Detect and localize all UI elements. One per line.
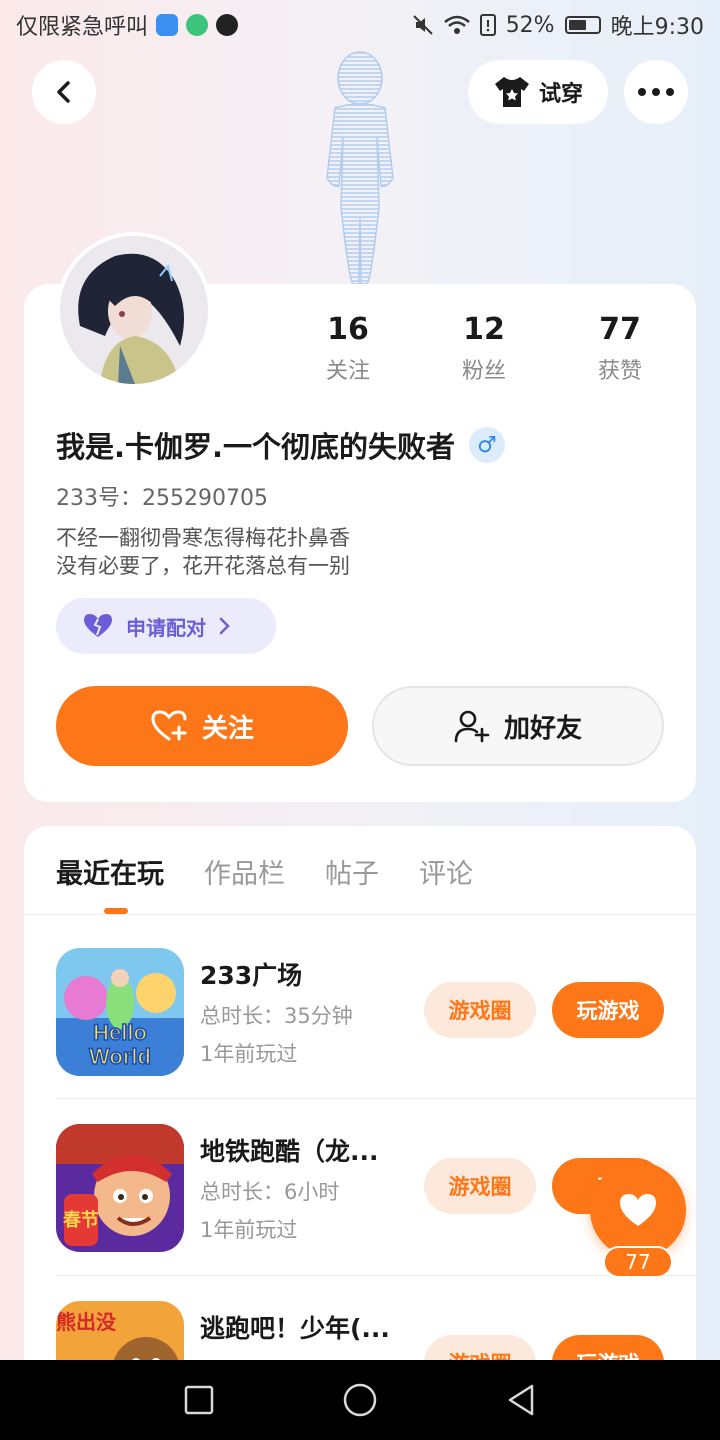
likes-count: 77	[599, 312, 641, 347]
status-right: 52% 晚上9:30	[412, 9, 704, 41]
stats-row: 16 关注 12 粉丝 77 获赞	[280, 312, 690, 385]
floating-like-button[interactable]	[590, 1162, 686, 1258]
wifi-icon	[443, 15, 470, 34]
pair-label: 申请配对	[126, 615, 206, 640]
bio: 不经一翻彻骨寒怎得梅花扑鼻香 没有必要了，花开花落总有一别	[56, 524, 350, 580]
stat-fans[interactable]: 12 粉丝	[416, 312, 552, 385]
recent-apps-icon[interactable]	[183, 1384, 215, 1416]
clock: 晚上9:30	[610, 15, 704, 40]
floating-like-count: 77	[603, 1246, 673, 1278]
row-divider	[56, 1098, 696, 1099]
hologram-avatar-figure	[326, 51, 394, 285]
boonie-bears-text: 熊出没	[56, 1310, 117, 1334]
game-duration: 总时长：6小时	[200, 1180, 340, 1204]
svg-text:Hello: Hello	[93, 1020, 147, 1045]
following-count: 16	[327, 312, 369, 347]
bio-line-2: 没有必要了，花开花落总有一别	[56, 554, 350, 578]
tiktok-app-icon	[216, 14, 239, 36]
game-last-played: 1年前玩过	[200, 1218, 298, 1242]
following-label: 关注	[325, 359, 370, 384]
heart-icon	[620, 1194, 656, 1226]
game-circle-button[interactable]: 游戏圈	[424, 982, 536, 1038]
avatar[interactable]	[56, 232, 212, 388]
more-dots-icon	[638, 88, 674, 96]
potion-app-icon	[186, 14, 209, 36]
fans-label: 粉丝	[461, 359, 506, 384]
sim-alert-icon	[479, 14, 496, 36]
tabs-divider	[24, 914, 696, 915]
stat-likes[interactable]: 77 获赞	[552, 312, 688, 385]
add-user-icon	[454, 710, 490, 743]
likes-label: 获赞	[597, 359, 642, 384]
game-title: 233广场	[200, 961, 303, 990]
play-game-button[interactable]: 玩游戏	[552, 982, 664, 1038]
battery-icon	[564, 16, 601, 34]
username: 我是.卡伽罗.一个彻底的失败者	[56, 430, 456, 464]
game-circle-button[interactable]: 游戏圈	[424, 1158, 536, 1214]
bio-line-1: 不经一翻彻骨寒怎得梅花扑鼻香	[56, 526, 350, 550]
username-row: 我是.卡伽罗.一个彻底的失败者 ♂	[56, 424, 506, 466]
chevron-left-icon	[57, 81, 70, 103]
try-on-label: 试穿	[538, 82, 583, 107]
try-on-button[interactable]: 试穿	[468, 60, 608, 124]
game-icon-233-plaza[interactable]: Hello World	[56, 948, 184, 1076]
tab-comments[interactable]: 评论	[419, 852, 473, 891]
chevron-right-icon	[219, 617, 230, 635]
status-bar: 仅限紧急呼叫 52% 晚上9:30	[0, 0, 720, 50]
game-title: 地铁跑酷（龙...	[200, 1137, 379, 1166]
system-nav-bar	[0, 1360, 720, 1440]
content-card: 最近在玩 作品栏 帖子 评论 Hello World 233广场 总时长：35分…	[24, 826, 696, 1386]
follow-label: 关注	[201, 713, 254, 744]
add-friend-label: 加好友	[503, 713, 582, 744]
tab-posts[interactable]: 帖子	[325, 852, 379, 891]
male-gender-icon: ♂	[469, 427, 506, 463]
back-nav-icon[interactable]	[505, 1383, 537, 1417]
game-last-played: 1年前玩过	[200, 1042, 298, 1066]
game-icon-subway-surfers[interactable]: 春节	[56, 1124, 184, 1252]
hello-world-game-art: Hello World	[56, 948, 184, 1076]
mute-icon	[412, 15, 433, 35]
row-divider	[56, 1275, 696, 1276]
subway-surfers-game-art: 春节	[56, 1124, 184, 1252]
shield-app-icon	[156, 14, 179, 36]
game-duration: 总时长：35分钟	[200, 1004, 353, 1028]
apply-pair-button[interactable]: 申请配对	[56, 598, 276, 654]
back-button[interactable]	[32, 60, 96, 124]
user-id: 233号：255290705	[56, 486, 268, 511]
add-friend-button[interactable]: 加好友	[372, 686, 664, 766]
carrier-text: 仅限紧急呼叫	[16, 15, 149, 40]
tab-recently-played[interactable]: 最近在玩	[56, 852, 164, 891]
tab-works[interactable]: 作品栏	[204, 852, 285, 891]
battery-percent: 52%	[505, 12, 555, 38]
follow-button[interactable]: 关注	[56, 686, 348, 766]
status-left: 仅限紧急呼叫	[16, 9, 239, 41]
fans-count: 12	[463, 312, 505, 347]
heart-pair-icon	[84, 614, 112, 637]
svg-text:World: World	[89, 1044, 151, 1069]
game-title: 逃跑吧！少年(...	[200, 1314, 390, 1343]
stat-following[interactable]: 16 关注	[280, 312, 416, 385]
home-icon[interactable]	[342, 1382, 378, 1418]
heart-plus-icon	[151, 710, 187, 741]
tab-bar: 最近在玩 作品栏 帖子 评论	[56, 852, 473, 891]
more-button[interactable]	[624, 60, 688, 124]
spring-festival-text: 春节	[63, 1209, 99, 1231]
avatar-image	[60, 236, 208, 384]
shirt-icon	[494, 77, 529, 107]
